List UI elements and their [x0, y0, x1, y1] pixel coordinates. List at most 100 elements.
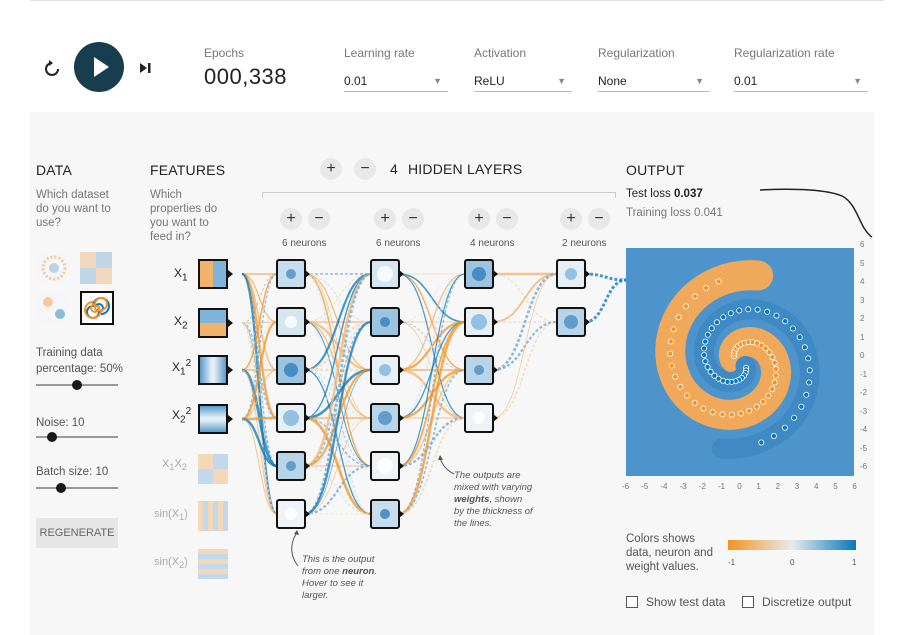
neuron-output-arrow — [305, 414, 310, 422]
neuron-annotation: This is the output from one neuron. Hove… — [302, 554, 377, 601]
weight-link[interactable] — [241, 416, 278, 421]
blue-point — [704, 363, 711, 370]
regularization-select[interactable]: None ▼ — [598, 68, 710, 92]
y-tick-label: 0 — [860, 351, 865, 360]
learning-rate-label: Learning rate — [344, 46, 415, 60]
test-loss: Test loss 0.037 — [626, 188, 703, 200]
neuron-pattern — [286, 269, 296, 279]
orange-point — [670, 326, 677, 333]
control-bar: Epochs 000,338 Learning rate 0.01 ▼ Activ… — [0, 0, 924, 112]
blue-point — [701, 352, 708, 359]
weight-link[interactable] — [584, 278, 627, 324]
blue-point — [702, 358, 709, 365]
weight-link[interactable] — [492, 273, 558, 323]
orange-point — [719, 411, 726, 418]
play-button[interactable] — [74, 42, 124, 92]
blue-point — [707, 368, 714, 375]
weight-link[interactable] — [492, 321, 558, 419]
neuron-pattern — [283, 410, 299, 426]
y-axis-ticks: 6 5 4 3 2 1 0 -1 -2 -3 -4 -5 -6 — [858, 240, 874, 480]
activation-select[interactable]: ReLU ▼ — [474, 68, 572, 92]
y-tick-label: 2 — [860, 314, 865, 323]
y-tick-label: -1 — [860, 369, 868, 379]
x-tick-label: -1 — [718, 482, 726, 491]
weight-link[interactable] — [584, 272, 627, 282]
weight-link[interactable] — [492, 273, 558, 419]
output-heatmap[interactable] — [626, 248, 854, 476]
learning-rate-select[interactable]: 0.01 ▼ — [344, 68, 448, 92]
orange-point — [715, 278, 722, 285]
x-tick-label: 0 — [737, 482, 742, 491]
weight-link[interactable] — [492, 272, 558, 372]
y-tick-label: -6 — [860, 462, 868, 471]
neuron-pattern — [377, 266, 393, 282]
x-tick-label: 1 — [756, 482, 761, 491]
blue-point — [704, 331, 711, 338]
neuron-output-arrow — [305, 318, 310, 326]
blue-point — [806, 367, 813, 374]
blue-point — [789, 325, 796, 332]
y-tick-label: -2 — [860, 388, 868, 397]
loss-chart — [759, 188, 873, 238]
training-loss: Training loss 0.041 — [626, 207, 723, 219]
neuron-pattern — [285, 316, 297, 328]
blue-point — [758, 439, 765, 446]
x-tick-label: -4 — [660, 482, 668, 491]
output-heading: OUTPUT — [626, 162, 685, 178]
orange-point — [703, 285, 710, 292]
orange-point — [700, 405, 707, 412]
blue-point — [796, 334, 803, 341]
orange-point — [771, 379, 778, 386]
neuron-output-arrow — [305, 462, 310, 470]
orange-point — [691, 399, 698, 406]
weights-annotation: The outputs are mixed with varying weigh… — [454, 470, 533, 529]
neuron-output-arrow — [305, 366, 310, 374]
blue-point — [782, 318, 789, 325]
regularization-rate-value: 0.01 — [734, 74, 758, 88]
orange-point — [753, 403, 760, 410]
blue-point — [702, 338, 709, 345]
activation-label: Activation — [474, 46, 527, 60]
legend-max: 1 — [852, 558, 857, 567]
reset-button[interactable] — [40, 57, 64, 81]
orange-point — [737, 410, 744, 417]
feature-output-arrow — [228, 319, 233, 327]
legend-text-1: Colors shows — [626, 533, 696, 545]
chevron-down-icon: ▼ — [433, 76, 442, 86]
neuron-output-arrow — [493, 414, 498, 422]
blue-point — [773, 312, 780, 319]
regularization-rate-select[interactable]: 0.01 ▼ — [734, 68, 868, 92]
color-legend-bar — [728, 540, 856, 550]
orange-point — [765, 392, 772, 399]
x-tick-label: 4 — [814, 482, 819, 491]
neuron-pattern — [284, 363, 298, 377]
y-tick-label: 1 — [860, 332, 865, 342]
play-icon — [94, 57, 109, 77]
blue-point — [720, 314, 727, 321]
regularization-rate-label: Regularization rate — [734, 46, 835, 60]
blue-point — [798, 403, 805, 410]
neuron-output-arrow — [399, 462, 404, 470]
feature-output-arrow — [228, 366, 233, 374]
feature-output-arrow — [228, 270, 233, 278]
y-tick-label: -4 — [860, 425, 868, 434]
blue-point — [791, 414, 798, 421]
y-tick-label: 5 — [860, 258, 865, 268]
orange-point — [682, 303, 689, 310]
orange-point — [668, 362, 675, 369]
neuron-output-arrow — [399, 510, 404, 518]
neuron-output-arrow — [305, 270, 310, 278]
neuron-pattern — [378, 411, 392, 425]
weight-link[interactable] — [241, 418, 278, 515]
epochs-label: Epochs — [204, 46, 245, 60]
step-button[interactable] — [136, 58, 156, 78]
orange-point — [667, 350, 674, 357]
weight-link[interactable] — [304, 272, 372, 516]
feature-output-arrow — [228, 415, 233, 423]
blue-point — [754, 306, 761, 313]
show-test-data-checkbox[interactable] — [626, 596, 638, 608]
orange-point — [772, 372, 779, 379]
neuron-pattern — [285, 508, 297, 520]
y-tick-label: 4 — [860, 277, 865, 286]
discretize-output-checkbox[interactable] — [742, 596, 754, 608]
